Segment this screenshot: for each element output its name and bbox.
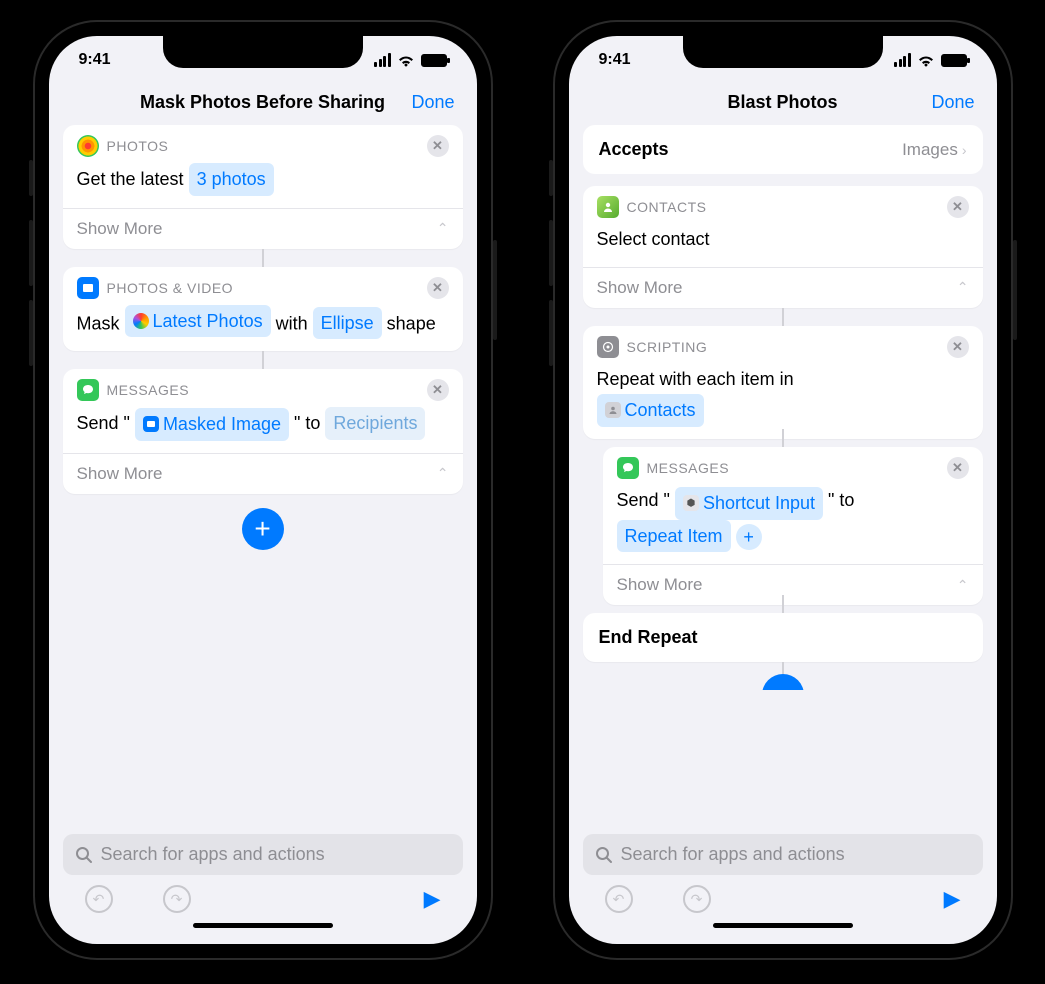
search-placeholder: Search for apps and actions — [101, 844, 325, 865]
phone-right: 9:41 Blast Photos Done Accepts Images › — [553, 20, 1013, 960]
battery-icon — [941, 54, 967, 67]
card-header-label: PHOTOS & VIDEO — [107, 280, 419, 296]
action-card-mask[interactable]: PHOTOS & VIDEO ✕ Mask Latest Photos with… — [63, 267, 463, 352]
close-icon[interactable]: ✕ — [427, 135, 449, 157]
action-text: Select contact — [597, 229, 710, 249]
home-indicator[interactable] — [193, 923, 333, 928]
scripting-icon — [597, 336, 619, 358]
close-icon[interactable]: ✕ — [427, 379, 449, 401]
done-button[interactable]: Done — [411, 92, 454, 113]
action-card-end-repeat[interactable]: End Repeat — [583, 613, 983, 662]
param-chip-input[interactable]: Latest Photos — [125, 305, 271, 338]
battery-icon — [421, 54, 447, 67]
card-header-label: MESSAGES — [647, 460, 939, 476]
messages-icon — [617, 457, 639, 479]
action-card-messages[interactable]: MESSAGES ✕ Send " Masked Image " to Reci… — [63, 369, 463, 493]
chevron-up-icon: ⌃ — [957, 577, 969, 594]
action-text: with — [276, 313, 313, 333]
action-text: Send " — [617, 490, 675, 510]
status-time: 9:41 — [79, 51, 111, 69]
card-header-label: PHOTOS — [107, 138, 419, 154]
undo-button[interactable]: ↶ — [85, 885, 113, 913]
param-chip-image[interactable]: Masked Image — [135, 408, 289, 441]
search-icon — [75, 846, 93, 864]
card-header-label: CONTACTS — [627, 199, 939, 215]
close-icon[interactable]: ✕ — [947, 336, 969, 358]
messages-icon — [77, 379, 99, 401]
home-indicator[interactable] — [713, 923, 853, 928]
accepts-row[interactable]: Accepts Images › — [583, 125, 983, 174]
page-title: Mask Photos Before Sharing — [140, 92, 385, 113]
param-chip-shortcut-input[interactable]: ⬢Shortcut Input — [675, 487, 823, 520]
param-chip-shape[interactable]: Ellipse — [313, 307, 382, 340]
param-chip-recipients[interactable]: Recipients — [325, 407, 425, 440]
search-placeholder: Search for apps and actions — [621, 844, 845, 865]
add-action-button-partial[interactable] — [583, 674, 983, 690]
chevron-right-icon: › — [962, 142, 967, 158]
signal-icon — [374, 53, 391, 67]
signal-icon — [894, 53, 911, 67]
add-action-button[interactable]: + — [242, 508, 284, 550]
show-more-button[interactable]: Show More ⌃ — [63, 453, 463, 494]
param-chip-repeat-item[interactable]: Repeat Item — [617, 520, 731, 553]
chevron-up-icon: ⌃ — [957, 279, 969, 296]
wifi-icon — [917, 54, 935, 67]
nav-bar: Blast Photos Done — [569, 84, 997, 125]
action-text: " to — [828, 490, 854, 510]
play-button[interactable]: ▶ — [944, 886, 961, 912]
nav-bar: Mask Photos Before Sharing Done — [49, 84, 477, 125]
chevron-up-icon: ⌃ — [437, 220, 449, 237]
action-text: Get the latest — [77, 169, 189, 189]
action-text: Send " — [77, 413, 135, 433]
photos-icon — [77, 135, 99, 157]
redo-button[interactable]: ↷ — [163, 885, 191, 913]
action-card-contacts[interactable]: CONTACTS ✕ Select contact Show More ⌃ — [583, 186, 983, 308]
param-chip-count[interactable]: 3 photos — [189, 163, 274, 196]
status-time: 9:41 — [599, 51, 631, 69]
card-header-label: MESSAGES — [107, 382, 419, 398]
search-input[interactable]: Search for apps and actions — [583, 834, 983, 875]
chevron-up-icon: ⌃ — [437, 465, 449, 482]
search-input[interactable]: Search for apps and actions — [63, 834, 463, 875]
phone-left: 9:41 Mask Photos Before Sharing Done PHO… — [33, 20, 493, 960]
done-button[interactable]: Done — [931, 92, 974, 113]
show-more-button[interactable]: Show More ⌃ — [583, 267, 983, 308]
undo-button[interactable]: ↶ — [605, 885, 633, 913]
page-title: Blast Photos — [727, 92, 837, 113]
action-card-photos[interactable]: PHOTOS ✕ Get the latest 3 photos Show Mo… — [63, 125, 463, 249]
end-repeat-label: End Repeat — [583, 613, 983, 662]
close-icon[interactable]: ✕ — [947, 457, 969, 479]
action-card-messages-nested[interactable]: MESSAGES ✕ Send " ⬢Shortcut Input " to R… — [603, 447, 983, 605]
redo-button[interactable]: ↷ — [683, 885, 711, 913]
accepts-value: Images — [902, 140, 958, 160]
action-text: Mask — [77, 313, 125, 333]
close-icon[interactable]: ✕ — [427, 277, 449, 299]
accepts-label: Accepts — [599, 139, 669, 160]
play-button[interactable]: ▶ — [424, 886, 441, 912]
show-more-button[interactable]: Show More ⌃ — [63, 208, 463, 249]
search-icon — [595, 846, 613, 864]
action-text: " to — [294, 413, 325, 433]
contacts-icon — [597, 196, 619, 218]
action-text: shape — [387, 313, 436, 333]
wifi-icon — [397, 54, 415, 67]
param-chip-contacts[interactable]: Contacts — [597, 394, 704, 427]
add-recipient-button[interactable]: + — [736, 524, 762, 550]
card-header-label: SCRIPTING — [627, 339, 939, 355]
action-card-repeat[interactable]: SCRIPTING ✕ Repeat with each item in Con… — [583, 326, 983, 439]
close-icon[interactable]: ✕ — [947, 196, 969, 218]
action-text: Repeat with each item in — [597, 369, 794, 389]
photos-video-icon — [77, 277, 99, 299]
